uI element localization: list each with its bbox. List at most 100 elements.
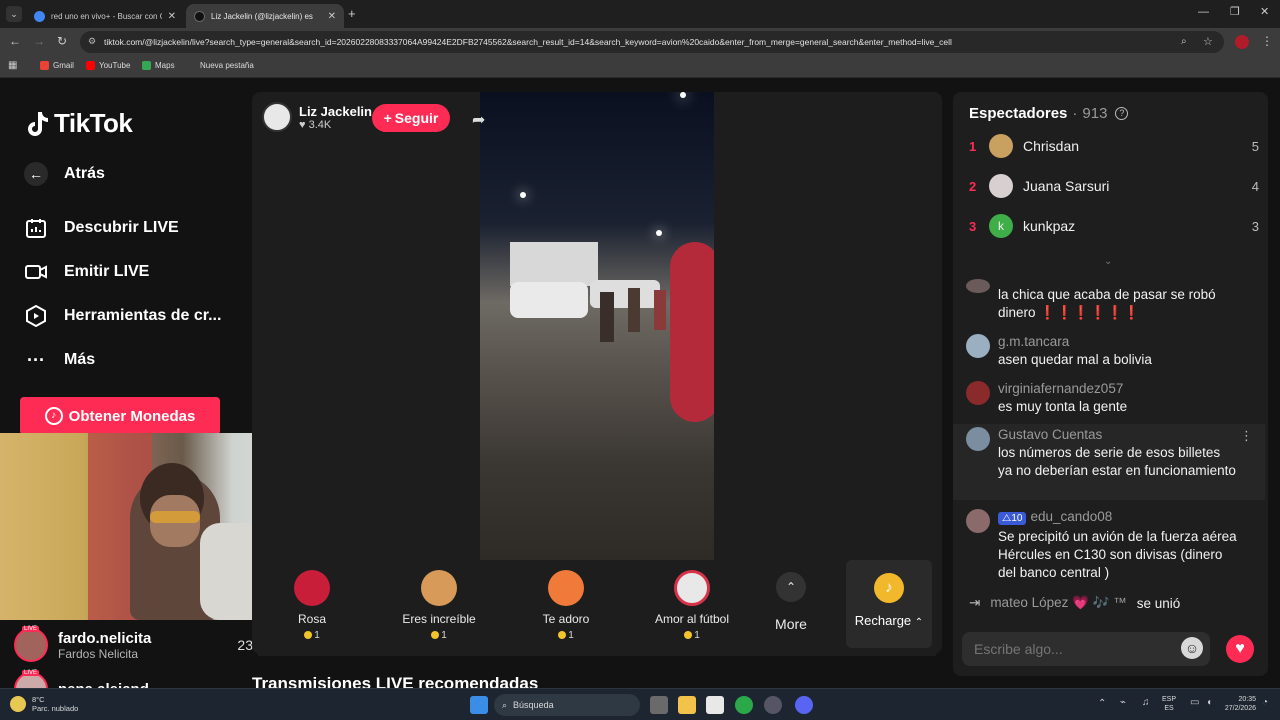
pedestrian (628, 288, 640, 332)
get-coins-button[interactable]: ♪ Obtener Monedas (20, 397, 220, 435)
microphone-icon[interactable]: ♫ (1142, 697, 1150, 708)
host-avatar[interactable] (262, 102, 292, 132)
store-icon[interactable] (706, 696, 724, 714)
tiktok-note-icon (28, 111, 48, 136)
bookmark-star-icon[interactable]: ☆ (1203, 35, 1213, 48)
task-view-icon[interactable] (650, 696, 668, 714)
nav-go-live[interactable]: Emitir LIVE (24, 260, 149, 284)
back-arrow-icon[interactable]: ← (9, 34, 21, 48)
follow-button[interactable]: + Seguir (372, 104, 450, 132)
bookmark-youtube[interactable]: YouTube (86, 61, 130, 70)
help-icon[interactable]: ? (1115, 107, 1129, 120)
chevron-up-icon: ⌃ (914, 617, 924, 628)
bookmark-gmail[interactable]: Gmail (40, 61, 74, 70)
app-icon[interactable] (764, 696, 782, 714)
site-info-icon[interactable]: ⚙ (88, 36, 96, 47)
recommended-live-item[interactable]: LIVE fardo.nelicita Fardos Nelicita 23 (14, 626, 253, 662)
like-heart-button[interactable]: ♥ (1226, 635, 1254, 663)
notification-bell-icon[interactable]: ◔ (1262, 697, 1268, 708)
avatar (989, 174, 1013, 198)
taskbar-search[interactable]: ⌕ Búsqueda (494, 694, 640, 716)
youtube-icon (86, 61, 95, 70)
share-arrow-icon[interactable]: ➦ (472, 110, 485, 130)
language-indicator[interactable]: ESP ES (1162, 695, 1176, 713)
clock[interactable]: 20:35 27/2/2026 (1216, 695, 1256, 713)
google-icon (34, 10, 45, 22)
network-icon[interactable]: ⌁ (1120, 697, 1126, 708)
maps-icon (142, 61, 151, 70)
white-car (510, 282, 588, 318)
host-info[interactable]: Liz Jackelin ♥ 3.4K (262, 102, 372, 132)
nav-more[interactable]: ··· Más (24, 348, 95, 372)
chat-message: ⧍10 edu_cando08 Se precipitó un avión de … (966, 508, 1256, 582)
street-light (680, 92, 686, 98)
gift-te-adoro[interactable]: Te adoro 1 (516, 570, 616, 641)
apps-grid-icon[interactable]: ▦ (8, 60, 17, 71)
hug-heart-icon (548, 570, 584, 606)
chat-message: la chica que acaba de pasar se robó dine… (966, 278, 1256, 322)
tab-google-search[interactable]: red uno en vivo+ - Buscar con Google ✕ (26, 4, 184, 28)
street-light (656, 230, 662, 236)
back-nav[interactable]: ← Atrás (24, 162, 105, 186)
nav-discover-live[interactable]: Descubrir LIVE (24, 216, 179, 240)
weather-cloud-sun-icon (10, 696, 26, 712)
recharge-button[interactable]: ♪ Recharge ⌃ (846, 560, 932, 648)
tab-search-button[interactable]: ⌄ (6, 6, 22, 22)
bookmark-maps[interactable]: Maps (142, 61, 175, 70)
maximize-button[interactable]: ❐ (1230, 5, 1240, 18)
emoji-icon[interactable]: ☺ (1181, 637, 1203, 659)
reload-icon[interactable]: ↻ (57, 34, 67, 48)
bookmark-new-tab[interactable]: Nueva pestaña (200, 61, 254, 70)
more-gifts-button[interactable]: ⌃ More (741, 570, 841, 632)
chevron-up-icon[interactable]: ⌃ (1098, 698, 1106, 709)
chat-message: g.m.tancara asen quedar mal a bolivia (966, 333, 1256, 369)
coin-icon: ♪ (44, 407, 63, 425)
monitor-icon[interactable]: ▭ (1190, 697, 1199, 708)
tiktok-logo[interactable]: TikTok (24, 108, 133, 139)
more-dots-icon: ··· (27, 349, 45, 370)
avatar (989, 134, 1013, 158)
join-icon: ⇥ (969, 595, 981, 610)
heart-icon: ♥ (299, 118, 306, 131)
comment-input[interactable] (962, 632, 1210, 666)
top-viewer-row[interactable]: 3 k kunkpaz 3 (969, 214, 1259, 238)
expand-chevron-icon[interactable]: ⌄ (1104, 256, 1112, 267)
browser-tabbar: ⌄ red uno en vivo+ - Buscar con Google ✕… (0, 0, 1280, 28)
message-options-icon[interactable]: ⋮ (1240, 428, 1253, 444)
weather-widget[interactable]: 8°C Parc. nublado (10, 695, 78, 713)
close-tab-icon[interactable]: ✕ (168, 11, 176, 22)
zoom-icon[interactable]: ⌕ (1181, 36, 1187, 47)
forward-arrow-icon[interactable]: → (33, 34, 45, 48)
tiktok-icon (194, 10, 205, 22)
minimize-button[interactable]: — (1198, 6, 1209, 18)
fan-level-badge: ⧍10 (998, 512, 1027, 525)
search-icon: ⌕ (502, 699, 508, 710)
gift-eres-increible[interactable]: Eres increíble 1 (389, 570, 489, 641)
close-tab-icon[interactable]: ✕ (328, 11, 336, 22)
windows-start-icon[interactable] (470, 696, 488, 714)
coin-note-icon: ♪ (874, 573, 904, 603)
bookmarks-bar: ▦ Gmail YouTube Maps Nueva pestaña (0, 56, 1280, 78)
top-viewer-row[interactable]: 2 Juana Sarsuri 4 (969, 174, 1259, 198)
gift-amor-al-futbol[interactable]: Amor al fútbol 1 (642, 570, 742, 641)
viewers-header: Espectadores · 913 ? (969, 105, 1129, 122)
street-light (520, 192, 526, 198)
top-viewer-row[interactable]: 1 Chrisdan 5 (969, 134, 1259, 158)
close-window-button[interactable]: ✕ (1260, 5, 1269, 18)
avatar (966, 509, 990, 533)
chrome-icon[interactable] (735, 696, 753, 714)
football-heart-icon (674, 570, 710, 606)
join-notice: ⇥ mateo López 💗 🎶 ™ se unió (969, 595, 1181, 611)
file-explorer-icon[interactable] (678, 696, 696, 714)
chat-message[interactable]: Gustavo Cuentas los números de serie de e… (966, 426, 1256, 480)
nav-creator-tools[interactable]: Herramientas de cr... (24, 304, 221, 328)
tab-tiktok-live[interactable]: Liz Jackelin (@lizjackelin) es ✕ (186, 4, 344, 28)
new-tab-button[interactable]: + (348, 6, 356, 21)
volume-icon[interactable]: ◖ (1206, 697, 1212, 708)
profile-avatar[interactable] (1235, 35, 1249, 49)
live-video-stream[interactable] (480, 92, 714, 560)
gift-rose[interactable]: Rosa 1 (262, 570, 362, 641)
browser-menu-icon[interactable]: ⋮ (1261, 34, 1273, 48)
discord-icon[interactable] (795, 696, 813, 714)
url-input[interactable]: ⚙ tiktok.com/@lizjackelin/live?search_ty… (80, 31, 1224, 53)
